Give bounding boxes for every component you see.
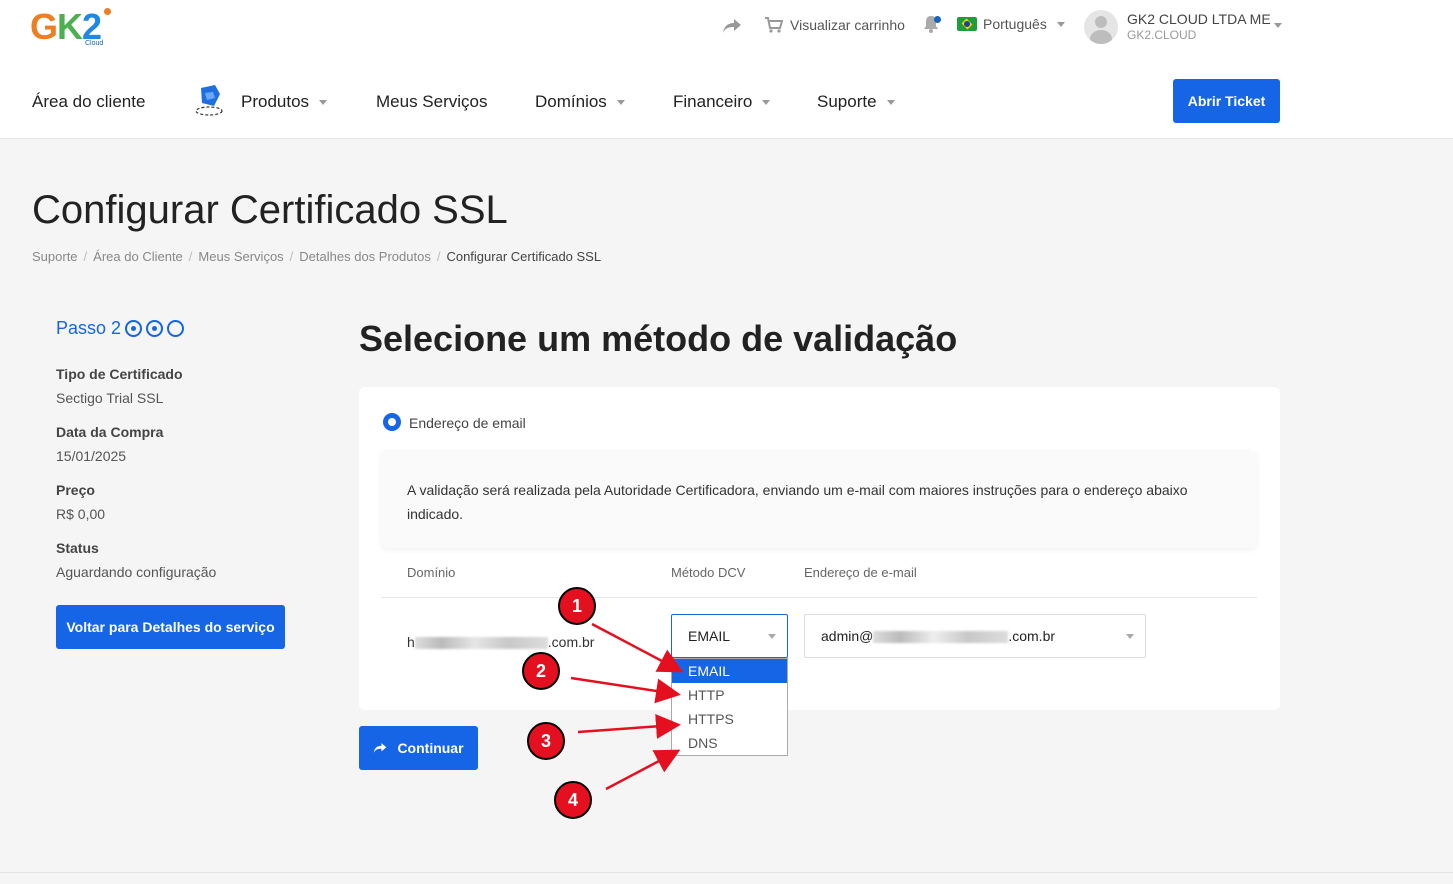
dcv-option-dns[interactable]: DNS: [672, 731, 787, 755]
step-1-circle: [125, 320, 143, 337]
logo-dot: [104, 8, 111, 15]
chevron-down-icon: [886, 99, 895, 105]
chevron-down-icon: [1056, 21, 1065, 27]
chevron-down-icon: [319, 99, 328, 105]
breadcrumb-item[interactable]: Suporte: [32, 249, 78, 264]
products-icon: [193, 84, 225, 118]
dcv-option-https[interactable]: HTTPS: [672, 707, 787, 731]
notifications-button[interactable]: [922, 14, 941, 34]
chevron-down-icon: [1126, 634, 1134, 639]
nav-support[interactable]: Suporte: [817, 92, 895, 112]
breadcrumb-item[interactable]: Meus Serviços: [198, 249, 283, 264]
email-method-label[interactable]: Endereço de email: [409, 415, 526, 431]
dcv-selected-value: EMAIL: [688, 628, 731, 644]
status-value: Aguardando configuração: [56, 564, 217, 580]
cart-label: Visualizar carrinho: [790, 17, 905, 33]
continue-button[interactable]: Continuar: [359, 726, 478, 770]
site-header: GK2 Cloud Visualizar carrinho Português …: [0, 0, 1453, 139]
domain-value: h .com.br: [407, 634, 595, 650]
redacted-text: [414, 637, 548, 650]
language-selector[interactable]: Português: [957, 16, 1065, 32]
validation-card: Endereço de email A validação será reali…: [359, 387, 1280, 710]
back-to-service-details-button[interactable]: Voltar para Detalhes do serviço: [56, 605, 285, 649]
annotation-marker-2: 2: [522, 652, 560, 690]
annotation-arrow-3: [577, 713, 681, 739]
view-cart-link[interactable]: Visualizar carrinho: [764, 16, 905, 34]
user-domain: GK2.CLOUD: [1127, 28, 1197, 42]
chevron-down-icon: [768, 634, 776, 639]
notification-dot: [934, 16, 941, 23]
dcv-method-select[interactable]: EMAIL: [671, 614, 788, 658]
brazil-flag-icon: [957, 17, 977, 31]
continue-label: Continuar: [397, 740, 464, 756]
share-arrow-icon: [374, 743, 387, 753]
step-2-circle: [146, 320, 164, 337]
certificate-type-value: Sectigo Trial SSL: [56, 390, 164, 406]
language-label: Português: [983, 16, 1047, 32]
nav-domains[interactable]: Domínios: [535, 92, 625, 112]
breadcrumb-item[interactable]: Área do Cliente: [93, 249, 183, 264]
chevron-down-icon: [616, 99, 625, 105]
nav-products[interactable]: Produtos: [241, 92, 328, 112]
user-menu[interactable]: GK2 CLOUD LTDA ME GK2.CLOUD: [1084, 10, 1284, 44]
step-label: Passo 2: [56, 318, 122, 338]
redacted-text: [873, 631, 1009, 644]
column-dcv-method: Método DCV: [671, 565, 746, 580]
column-email-address: Endereço de e-mail: [804, 565, 917, 580]
nav-my-services[interactable]: Meus Serviços: [376, 92, 487, 112]
purchase-date-value: 15/01/2025: [56, 448, 127, 464]
annotation-marker-3: 3: [527, 722, 565, 760]
annotation-marker-1: 1: [558, 587, 596, 625]
email-address-select[interactable]: admin@ .com.br: [804, 614, 1146, 658]
price-value: R$ 0,00: [56, 506, 106, 522]
validation-method-title: Selecione um método de validação: [359, 318, 958, 359]
cart-icon: [765, 17, 784, 33]
divider: [381, 597, 1257, 598]
share-icon[interactable]: [722, 18, 742, 34]
dcv-method-dropdown: EMAIL HTTP HTTPS DNS: [671, 658, 788, 756]
email-method-radio[interactable]: [383, 413, 401, 431]
footer-divider: [0, 872, 1453, 873]
column-domain: Domínio: [407, 565, 456, 580]
dcv-option-email[interactable]: EMAIL: [672, 659, 787, 683]
gk2-logo[interactable]: GK2 Cloud: [30, 6, 112, 50]
price-label: Preço: [56, 482, 95, 498]
annotation-arrow-4: [605, 749, 681, 791]
certificate-type-label: Tipo de Certificado: [56, 366, 183, 382]
breadcrumb-item[interactable]: Detalhes dos Produtos: [299, 249, 431, 264]
chevron-down-icon: [762, 99, 771, 105]
user-name: GK2 CLOUD LTDA ME: [1127, 11, 1271, 27]
open-ticket-button[interactable]: Abrir Ticket: [1173, 79, 1280, 123]
info-message: A validação será realizada pela Autorida…: [381, 450, 1257, 548]
step-3-circle: [167, 320, 185, 337]
logo-subtitle: Cloud: [85, 40, 104, 47]
purchase-date-label: Data da Compra: [56, 424, 164, 440]
nav-client-area[interactable]: Área do cliente: [32, 92, 145, 112]
dcv-option-http[interactable]: HTTP: [672, 683, 787, 707]
annotation-marker-4: 4: [554, 781, 592, 819]
breadcrumb-current: Configurar Certificado SSL: [446, 249, 602, 264]
chevron-down-icon: [1274, 23, 1282, 28]
avatar: [1084, 10, 1118, 44]
nav-financial[interactable]: Financeiro: [673, 92, 771, 112]
step-indicator: Passo 2: [56, 318, 185, 339]
breadcrumb: Suporte / Área do Cliente / Meus Serviços /…: [32, 249, 602, 264]
page-title: Configurar Certificado SSL: [32, 188, 508, 232]
status-label: Status: [56, 540, 99, 556]
